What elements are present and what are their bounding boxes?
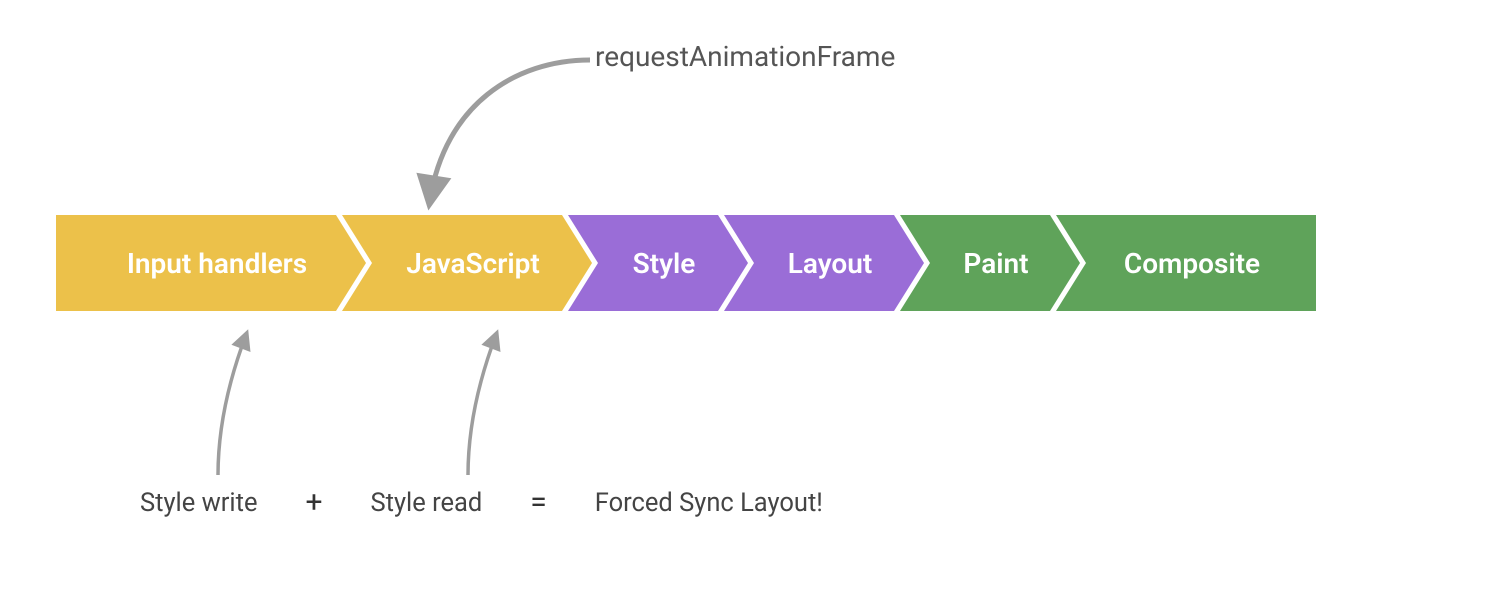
- op-plus: +: [305, 485, 322, 520]
- stage-label: Layout: [758, 247, 891, 280]
- stage-label: Style: [603, 247, 714, 280]
- annotation-raf-label: requestAnimationFrame: [595, 40, 895, 73]
- stage-layout: Layout: [724, 215, 924, 311]
- arrow-style-write-icon: [200, 327, 280, 477]
- frame-lifecycle-diagram: requestAnimationFrame Input handlers Jav…: [0, 0, 1496, 605]
- stage-style: Style: [568, 215, 748, 311]
- label-style-read: Style read: [371, 488, 483, 518]
- label-forced-sync-layout: Forced Sync Layout!: [595, 488, 823, 518]
- label-style-write: Style write: [140, 488, 257, 518]
- stage-label: Input handlers: [97, 247, 325, 280]
- pipeline: Input handlers JavaScript Style Layout P…: [56, 215, 1440, 311]
- stage-label: Composite: [1094, 247, 1278, 280]
- stage-paint: Paint: [900, 215, 1080, 311]
- op-equals: =: [530, 485, 546, 520]
- stage-label: Paint: [933, 247, 1046, 280]
- stage-input-handlers: Input handlers: [56, 215, 366, 311]
- stage-composite: Composite: [1056, 215, 1316, 311]
- bottom-equation: Style write + Style read = Forced Sync L…: [140, 485, 823, 520]
- stage-javascript: JavaScript: [342, 215, 592, 311]
- arrow-raf-icon: [405, 50, 605, 210]
- arrow-style-read-icon: [450, 327, 530, 477]
- stage-label: JavaScript: [376, 247, 558, 280]
